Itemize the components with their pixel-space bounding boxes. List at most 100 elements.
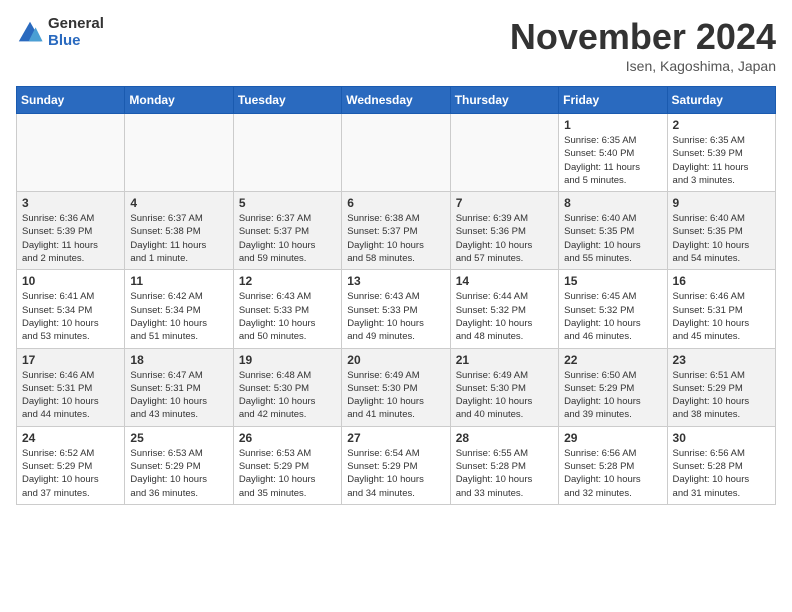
calendar-cell: 10 Sunrise: 6:41 AM Sunset: 5:34 PM Dayli… xyxy=(17,270,125,348)
day-info: Sunrise: 6:54 AM Sunset: 5:29 PM Dayligh… xyxy=(347,447,444,500)
day-number: 18 xyxy=(130,353,227,367)
calendar-week-row: 10 Sunrise: 6:41 AM Sunset: 5:34 PM Dayli… xyxy=(17,270,776,348)
day-info: Sunrise: 6:35 AM Sunset: 5:39 PM Dayligh… xyxy=(673,134,770,187)
logo-blue: Blue xyxy=(48,33,104,50)
calendar-cell: 18 Sunrise: 6:47 AM Sunset: 5:31 PM Dayli… xyxy=(125,348,233,426)
day-info: Sunrise: 6:46 AM Sunset: 5:31 PM Dayligh… xyxy=(22,369,119,422)
header-sunday: Sunday xyxy=(17,87,125,114)
day-info: Sunrise: 6:56 AM Sunset: 5:28 PM Dayligh… xyxy=(673,447,770,500)
header-tuesday: Tuesday xyxy=(233,87,341,114)
day-number: 27 xyxy=(347,431,444,445)
day-info: Sunrise: 6:40 AM Sunset: 5:35 PM Dayligh… xyxy=(673,212,770,265)
calendar-cell: 29Sunrise: 6:56 AM Sunset: 5:28 PM Dayli… xyxy=(559,426,667,504)
day-info: Sunrise: 6:37 AM Sunset: 5:38 PM Dayligh… xyxy=(130,212,227,265)
calendar-cell: 19 Sunrise: 6:48 AM Sunset: 5:30 PM Dayli… xyxy=(233,348,341,426)
title-area: November 2024 Isen, Kagoshima, Japan xyxy=(510,16,776,74)
header-monday: Monday xyxy=(125,87,233,114)
day-number: 26 xyxy=(239,431,336,445)
calendar-week-row: 17 Sunrise: 6:46 AM Sunset: 5:31 PM Dayli… xyxy=(17,348,776,426)
day-number: 22 xyxy=(564,353,661,367)
day-number: 4 xyxy=(130,196,227,210)
calendar-cell: 1 Sunrise: 6:35 AM Sunset: 5:40 PM Daylig… xyxy=(559,114,667,192)
calendar-cell: 20 Sunrise: 6:49 AM Sunset: 5:30 PM Dayli… xyxy=(342,348,450,426)
calendar-cell: 25Sunrise: 6:53 AM Sunset: 5:29 PM Dayli… xyxy=(125,426,233,504)
logo-text: General Blue xyxy=(48,16,104,49)
day-number: 28 xyxy=(456,431,553,445)
day-number: 21 xyxy=(456,353,553,367)
day-info: Sunrise: 6:56 AM Sunset: 5:28 PM Dayligh… xyxy=(564,447,661,500)
calendar-header-row: SundayMondayTuesdayWednesdayThursdayFrid… xyxy=(17,87,776,114)
day-info: Sunrise: 6:40 AM Sunset: 5:35 PM Dayligh… xyxy=(564,212,661,265)
calendar-cell: 26 Sunrise: 6:53 AM Sunset: 5:29 PM Dayli… xyxy=(233,426,341,504)
day-info: Sunrise: 6:39 AM Sunset: 5:36 PM Dayligh… xyxy=(456,212,553,265)
calendar-table: SundayMondayTuesdayWednesdayThursdayFrid… xyxy=(16,86,776,505)
logo: General Blue xyxy=(16,16,104,49)
calendar-cell xyxy=(450,114,558,192)
page-header: General Blue November 2024 Isen, Kagoshi… xyxy=(16,16,776,74)
day-info: Sunrise: 6:53 AM Sunset: 5:29 PM Dayligh… xyxy=(239,447,336,500)
day-number: 17 xyxy=(22,353,119,367)
day-info: Sunrise: 6:42 AM Sunset: 5:34 PM Dayligh… xyxy=(130,290,227,343)
day-number: 13 xyxy=(347,274,444,288)
day-number: 12 xyxy=(239,274,336,288)
calendar-cell: 21 Sunrise: 6:49 AM Sunset: 5:30 PM Dayli… xyxy=(450,348,558,426)
day-number: 7 xyxy=(456,196,553,210)
day-number: 11 xyxy=(130,274,227,288)
calendar-cell: 23 Sunrise: 6:51 AM Sunset: 5:29 PM Dayli… xyxy=(667,348,775,426)
day-info: Sunrise: 6:49 AM Sunset: 5:30 PM Dayligh… xyxy=(456,369,553,422)
day-info: Sunrise: 6:55 AM Sunset: 5:28 PM Dayligh… xyxy=(456,447,553,500)
calendar-week-row: 3 Sunrise: 6:36 AM Sunset: 5:39 PM Daylig… xyxy=(17,192,776,270)
logo-general: General xyxy=(48,16,104,33)
calendar-cell: 6Sunrise: 6:38 AM Sunset: 5:37 PM Daylig… xyxy=(342,192,450,270)
day-info: Sunrise: 6:43 AM Sunset: 5:33 PM Dayligh… xyxy=(347,290,444,343)
month-title: November 2024 xyxy=(510,16,776,58)
calendar-cell: 4 Sunrise: 6:37 AM Sunset: 5:38 PM Daylig… xyxy=(125,192,233,270)
day-info: Sunrise: 6:35 AM Sunset: 5:40 PM Dayligh… xyxy=(564,134,661,187)
calendar-cell: 5Sunrise: 6:37 AM Sunset: 5:37 PM Daylig… xyxy=(233,192,341,270)
day-info: Sunrise: 6:49 AM Sunset: 5:30 PM Dayligh… xyxy=(347,369,444,422)
calendar-cell xyxy=(125,114,233,192)
calendar-cell: 12 Sunrise: 6:43 AM Sunset: 5:33 PM Dayli… xyxy=(233,270,341,348)
day-number: 30 xyxy=(673,431,770,445)
day-number: 10 xyxy=(22,274,119,288)
day-number: 20 xyxy=(347,353,444,367)
day-number: 1 xyxy=(564,118,661,132)
calendar-cell: 27 Sunrise: 6:54 AM Sunset: 5:29 PM Dayli… xyxy=(342,426,450,504)
logo-icon xyxy=(16,19,44,47)
calendar-cell: 14Sunrise: 6:44 AM Sunset: 5:32 PM Dayli… xyxy=(450,270,558,348)
calendar-week-row: 1 Sunrise: 6:35 AM Sunset: 5:40 PM Daylig… xyxy=(17,114,776,192)
day-info: Sunrise: 6:53 AM Sunset: 5:29 PM Dayligh… xyxy=(130,447,227,500)
header-saturday: Saturday xyxy=(667,87,775,114)
header-friday: Friday xyxy=(559,87,667,114)
calendar-cell: 16Sunrise: 6:46 AM Sunset: 5:31 PM Dayli… xyxy=(667,270,775,348)
day-info: Sunrise: 6:37 AM Sunset: 5:37 PM Dayligh… xyxy=(239,212,336,265)
day-info: Sunrise: 6:51 AM Sunset: 5:29 PM Dayligh… xyxy=(673,369,770,422)
calendar-cell xyxy=(233,114,341,192)
day-number: 2 xyxy=(673,118,770,132)
calendar-cell: 2 Sunrise: 6:35 AM Sunset: 5:39 PM Daylig… xyxy=(667,114,775,192)
calendar-cell: 15Sunrise: 6:45 AM Sunset: 5:32 PM Dayli… xyxy=(559,270,667,348)
day-info: Sunrise: 6:45 AM Sunset: 5:32 PM Dayligh… xyxy=(564,290,661,343)
calendar-cell: 9 Sunrise: 6:40 AM Sunset: 5:35 PM Daylig… xyxy=(667,192,775,270)
day-info: Sunrise: 6:52 AM Sunset: 5:29 PM Dayligh… xyxy=(22,447,119,500)
day-number: 6 xyxy=(347,196,444,210)
day-number: 24 xyxy=(22,431,119,445)
header-thursday: Thursday xyxy=(450,87,558,114)
day-info: Sunrise: 6:47 AM Sunset: 5:31 PM Dayligh… xyxy=(130,369,227,422)
day-info: Sunrise: 6:36 AM Sunset: 5:39 PM Dayligh… xyxy=(22,212,119,265)
day-info: Sunrise: 6:43 AM Sunset: 5:33 PM Dayligh… xyxy=(239,290,336,343)
day-info: Sunrise: 6:41 AM Sunset: 5:34 PM Dayligh… xyxy=(22,290,119,343)
calendar-cell: 11 Sunrise: 6:42 AM Sunset: 5:34 PM Dayli… xyxy=(125,270,233,348)
day-number: 16 xyxy=(673,274,770,288)
day-number: 9 xyxy=(673,196,770,210)
calendar-cell: 22Sunrise: 6:50 AM Sunset: 5:29 PM Dayli… xyxy=(559,348,667,426)
day-number: 8 xyxy=(564,196,661,210)
day-info: Sunrise: 6:48 AM Sunset: 5:30 PM Dayligh… xyxy=(239,369,336,422)
day-info: Sunrise: 6:44 AM Sunset: 5:32 PM Dayligh… xyxy=(456,290,553,343)
day-number: 3 xyxy=(22,196,119,210)
day-number: 23 xyxy=(673,353,770,367)
calendar-cell: 30 Sunrise: 6:56 AM Sunset: 5:28 PM Dayli… xyxy=(667,426,775,504)
day-number: 19 xyxy=(239,353,336,367)
calendar-week-row: 24 Sunrise: 6:52 AM Sunset: 5:29 PM Dayli… xyxy=(17,426,776,504)
calendar-cell: 8 Sunrise: 6:40 AM Sunset: 5:35 PM Daylig… xyxy=(559,192,667,270)
